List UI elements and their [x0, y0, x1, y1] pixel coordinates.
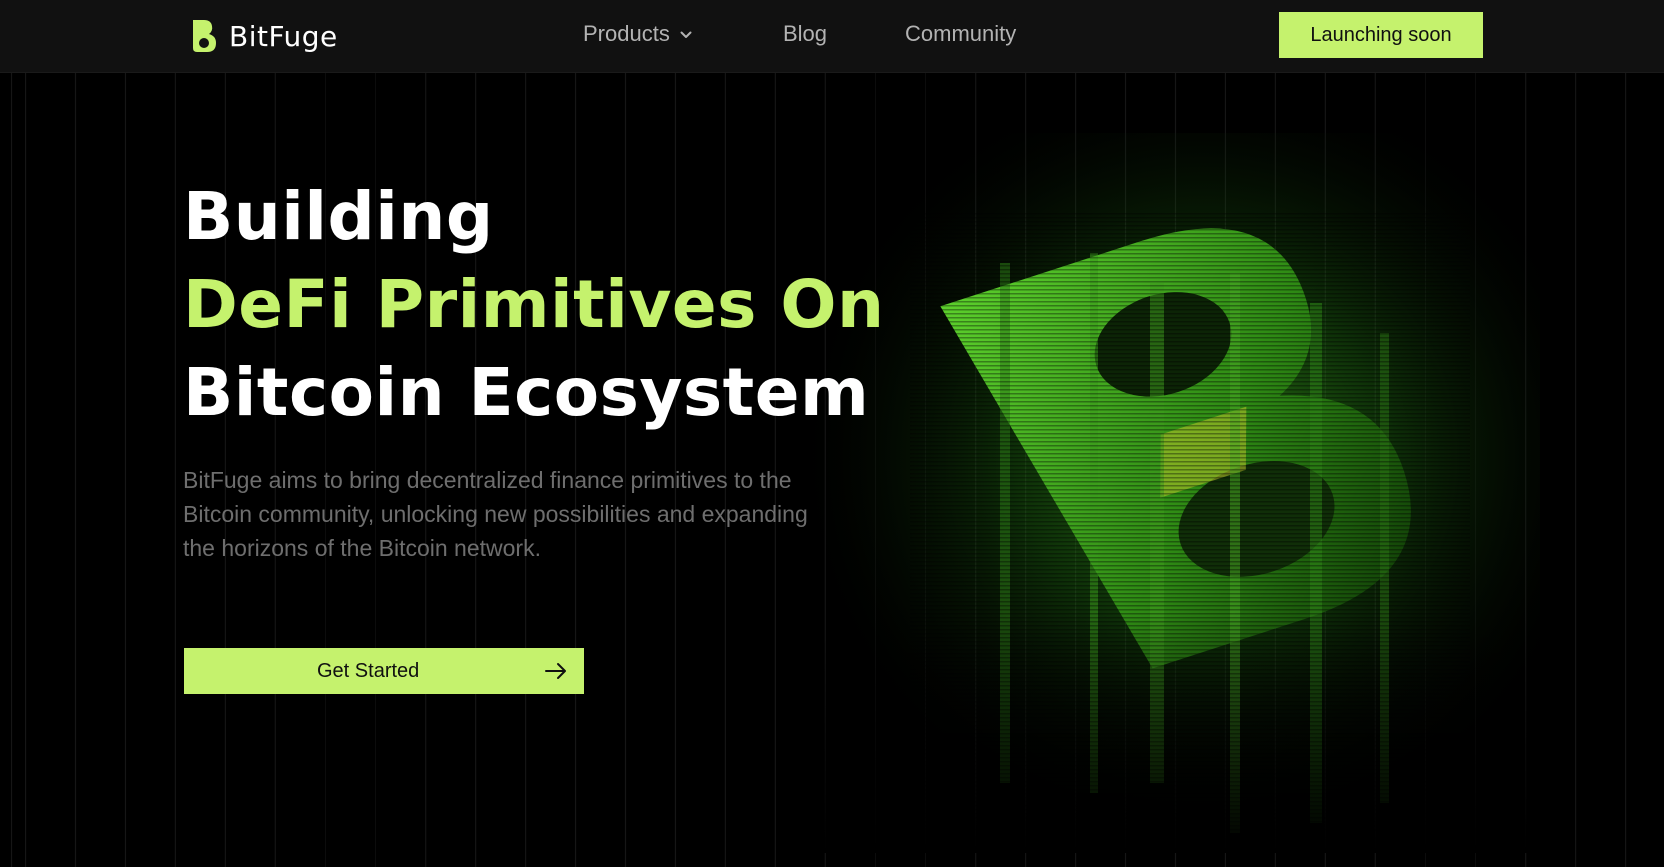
nav-blog-label: Blog: [783, 21, 828, 46]
arrow-right-icon: [545, 663, 566, 679]
get-started-button[interactable]: Get Started: [184, 648, 584, 694]
chevron-down-icon: [680, 31, 692, 38]
hero-section: Building DeFi Primitives On Bitcoin Ecos…: [0, 73, 1664, 867]
hero-headline: Building DeFi Primitives On Bitcoin Ecos…: [183, 173, 884, 437]
nav-community-label: Community: [905, 21, 1017, 46]
nav-blog[interactable]: Blog: [783, 21, 827, 47]
headline-line-2: DeFi Primitives On: [183, 266, 885, 343]
headline-line-1: Building: [183, 178, 494, 255]
brand-logo[interactable]: BitFuge: [189, 18, 338, 54]
headline-line-3: Bitcoin Ecosystem: [183, 354, 870, 431]
hero-description: BitFuge aims to bring decentralized fina…: [183, 467, 808, 561]
bitfuge-logo-icon: [193, 20, 216, 52]
nav-community[interactable]: Community: [905, 21, 1016, 47]
nav-products[interactable]: Products: [583, 21, 692, 47]
launching-soon-button[interactable]: Launching soon: [1279, 12, 1483, 58]
nav-products-label: Products: [583, 21, 670, 46]
bitfuge-b-logo-graphic: [790, 133, 1540, 853]
get-started-label: Get Started: [317, 660, 420, 682]
brand-name: BitFuge: [229, 19, 338, 53]
top-navigation-bar: BitFuge Products Blog Community Launchin…: [0, 0, 1664, 73]
